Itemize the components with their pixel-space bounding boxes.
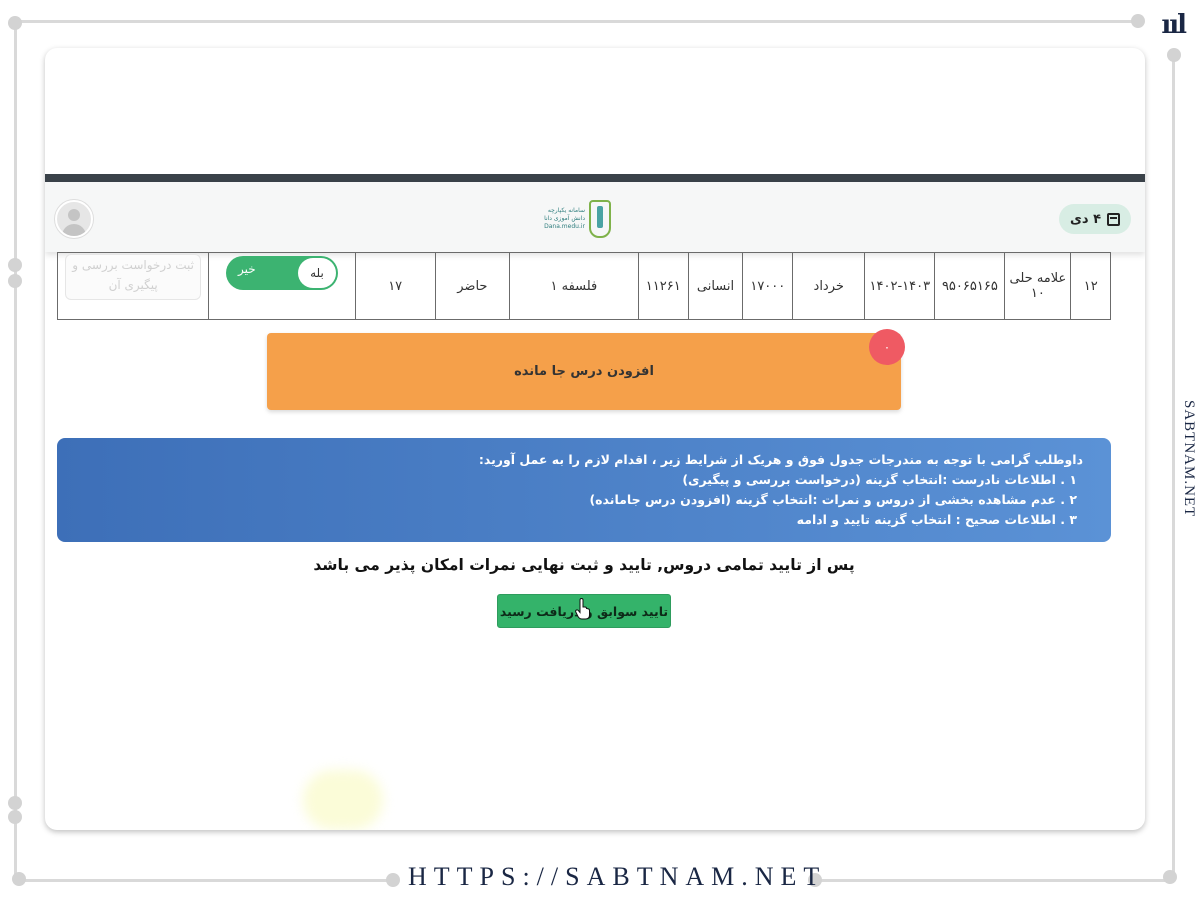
cell-year: ۱۴۰۲-۱۴۰۳ [864, 252, 936, 320]
cell-school: علامه حلی ۱۰ [1004, 252, 1072, 320]
frame-dot [8, 16, 22, 30]
toggle-yes: بله [297, 257, 336, 288]
grades-table: ۱۲ علامه حلی ۱۰ ۹۵۰۶۵۱۶۵ ۱۴۰۲-۱۴۰۳ خرداد… [56, 252, 1111, 320]
avatar[interactable] [55, 200, 93, 238]
frame-dot [8, 810, 22, 824]
frame-left-line [14, 24, 17, 874]
app-screenshot: ۴ دی سامانه یکپارچه دانش آموزی دانا Dana… [45, 48, 1145, 830]
add-missing-course-button[interactable]: افزودن درس جا مانده [267, 333, 901, 410]
logo-mark-icon [589, 200, 611, 238]
logo-text: سامانه یکپارچه دانش آموزی دانا Dana.medu… [544, 207, 585, 230]
cell-grade: ۱۷ [354, 252, 436, 320]
cell-toggle: بله خیر [208, 252, 356, 320]
frame-dot [1167, 48, 1181, 62]
cell-row-number: ۱۲ [1070, 252, 1111, 320]
instructions-box: داوطلب گرامی با توجه به مندرجات جدول فوق… [57, 438, 1111, 542]
toggle-no: خیر [237, 261, 256, 276]
frame-dot [386, 873, 400, 887]
frame-dot [8, 274, 22, 288]
review-request-button[interactable]: ثبت درخواست بررسی و پیگیری آن [65, 254, 202, 300]
background-blob [303, 770, 383, 830]
side-watermark: SABTNAM.NET [1181, 400, 1197, 518]
user-head-icon [68, 209, 80, 221]
frame-dot [8, 796, 22, 810]
instruction-item: ۳ . اطلاعات صحیح : انتخاب گزینه تایید و … [796, 512, 1077, 527]
cell-action: ثبت درخواست بررسی و پیگیری آن [56, 252, 210, 320]
count-badge: ۰ [869, 329, 905, 365]
navbar: ۴ دی سامانه یکپارچه دانش آموزی دانا Dana… [45, 182, 1145, 252]
cell-field-code: ۱۷۰۰۰ [742, 252, 794, 320]
frame-dot [1131, 14, 1145, 28]
instruction-intro: داوطلب گرامی با توجه به مندرجات جدول فوق… [478, 452, 1083, 467]
calendar-icon [1107, 212, 1121, 226]
instruction-item: ۲ . عدم مشاهده بخشی از دروس و نمرات :انت… [589, 492, 1077, 507]
cell-course-code: ۱۱۲۶۱ [637, 252, 689, 320]
final-note: پس از تایید تمامی دروس, تایید و ثبت نهای… [313, 556, 855, 574]
sabtnam-logo: ııl [1161, 10, 1187, 40]
add-missing-label: افزودن درس جا مانده [514, 364, 654, 379]
confirm-toggle[interactable]: بله خیر [225, 255, 338, 290]
frame-dot [1163, 870, 1177, 884]
frame-top-line [18, 20, 1138, 23]
frame-dot [8, 258, 22, 272]
hand-cursor-icon [575, 598, 590, 620]
user-body-icon [62, 224, 86, 236]
instruction-item: ۱ . اطلاعات نادرست :انتخاب گزینه (درخواس… [682, 472, 1077, 487]
table-row: ۱۲ علامه حلی ۱۰ ۹۵۰۶۵۱۶۵ ۱۴۰۲-۱۴۰۳ خرداد… [56, 252, 1111, 320]
dana-logo: سامانه یکپارچه دانش آموزی دانا Dana.medu… [535, 194, 625, 244]
frame-dot [12, 872, 26, 886]
cell-status: حاضر [434, 252, 510, 320]
cell-field: انسانی [687, 252, 744, 320]
frame-right-line [1172, 56, 1175, 876]
footer-url: HTTPS://SABTNAM.NET [408, 862, 827, 891]
cell-code: ۹۵۰۶۵۱۶۵ [934, 252, 1006, 320]
cell-course: فلسفه ۱ [508, 252, 639, 320]
frame-bottom-line-left [20, 879, 392, 882]
date-text: ۴ دی [1069, 211, 1102, 227]
top-dark-bar [45, 174, 1145, 182]
date-badge[interactable]: ۴ دی [1059, 204, 1131, 234]
frame-bottom-line-right [818, 879, 1168, 882]
cell-month: خرداد [792, 252, 866, 320]
